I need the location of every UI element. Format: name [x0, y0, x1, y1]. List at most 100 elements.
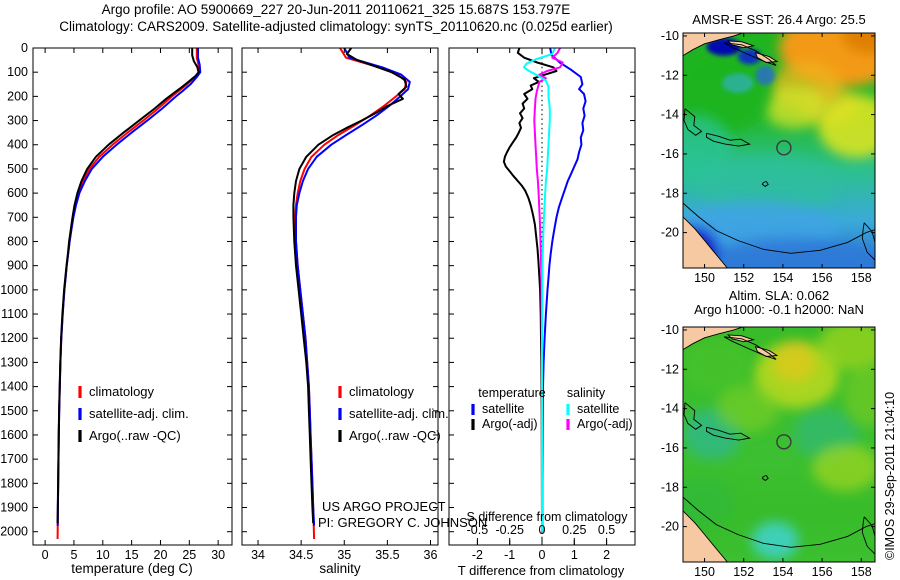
legend-label: Argo(-adj)	[482, 417, 538, 431]
x-tick-label: 20	[154, 548, 168, 562]
y-tick-label: 1400	[0, 380, 28, 394]
x-tick-label: 36	[424, 548, 438, 562]
map-field-blob	[751, 521, 799, 560]
sla-map-subtitle: Argo h1000: -0.1 h2000: NaN	[694, 302, 864, 317]
figure-title-line1: Argo profile: AO 5900669_227 20-Jun-2011…	[102, 2, 571, 17]
y-tick-label: 100	[7, 65, 28, 79]
lon-tick-label: 158	[851, 565, 872, 579]
y-tick-label: 300	[7, 114, 28, 128]
y-tick-label: 1100	[1, 307, 28, 321]
s-tick-label: 0.5	[598, 523, 615, 537]
lat-tick-label: -18	[661, 480, 679, 494]
lon-tick-label: 154	[772, 271, 793, 285]
lon-tick-label: 152	[733, 271, 754, 285]
t-difference-axis-label: T difference from climatology	[458, 563, 625, 578]
temperature-axis-label: temperature (deg C)	[71, 561, 193, 576]
lat-tick-label: -16	[661, 147, 679, 161]
map-field-blob	[763, 85, 827, 129]
series-s-argo-adj-	[533, 47, 564, 532]
x-tick-label: 25	[182, 548, 196, 562]
lon-tick-label: 150	[694, 271, 715, 285]
project-note: US ARGO PROJECT	[322, 499, 446, 514]
x-tick-label: 0	[539, 548, 546, 562]
s-tick-label: 0.25	[562, 523, 586, 537]
legend-label: climatology	[89, 384, 155, 399]
lat-tick-label: -12	[661, 68, 679, 82]
series-t-argo-adj-	[502, 47, 558, 532]
map-field-blob	[812, 444, 875, 492]
legend-label: Argo(-adj)	[577, 417, 633, 431]
series-satellite-adj-clim-	[295, 47, 411, 526]
x-tick-label: 5	[70, 548, 77, 562]
y-tick-label: 1800	[0, 476, 28, 490]
argo-profile-figure: 0 5 10 15 20 25 30 0 100 200 300 400 500 600 700 800 900…	[0, 0, 900, 580]
imos-watermark: ©IMOS 29-Sep-2011 21:04:10	[883, 392, 897, 560]
y-tick-label: 400	[7, 138, 28, 152]
map-raster	[683, 33, 875, 268]
map-field-blob	[755, 65, 776, 86]
sst-map-title: AMSR-E SST: 26.4 Argo: 25.5	[692, 12, 865, 27]
x-tick-label: 35.5	[375, 548, 399, 562]
lat-tick-label: -14	[661, 402, 679, 416]
s-tick-label: 0	[539, 523, 546, 537]
y-tick-label: 1900	[0, 501, 28, 515]
legend-label: satellite	[482, 402, 524, 416]
lat-tick-label: -10	[661, 29, 679, 43]
map-field-blob	[683, 477, 734, 529]
legend-group-header: temperature	[478, 386, 545, 400]
y-tick-label: 1600	[0, 428, 28, 442]
x-tick-label: 2	[603, 548, 610, 562]
panel-sla_map: 150 152 154 156 158 -10 -12 -14 -16 -18 -20	[661, 323, 876, 579]
map-field-blob	[716, 385, 779, 433]
series-climatology	[56, 48, 201, 540]
y-tick-label: 1700	[0, 452, 28, 466]
legend-label: satellite	[577, 402, 619, 416]
series-t-satellite	[541, 47, 587, 532]
legend-label: Argo(..raw -QC)	[349, 428, 441, 443]
lon-tick-label: 152	[733, 565, 754, 579]
salinity-axis-label: salinity	[319, 561, 361, 576]
map-field-blob	[818, 327, 875, 372]
map-raster	[683, 327, 875, 562]
panel-salinity_profile: 34 34.5 35 35.5 36 climatology satellite-adj. …	[241, 47, 449, 562]
lat-tick-label: -12	[661, 362, 679, 376]
x-tick-label: 35	[337, 548, 351, 562]
y-tick-label: 1200	[0, 331, 28, 345]
y-tick-label: 800	[7, 234, 28, 248]
y-tick-label: 600	[7, 186, 28, 200]
legend-label: climatology	[349, 384, 415, 399]
legend-group-header: salinity	[567, 386, 606, 400]
x-tick-label: 15	[125, 548, 139, 562]
y-tick-label: 500	[7, 162, 28, 176]
s-difference-axis-label: S difference from climatology	[467, 510, 629, 524]
lon-tick-label: 150	[694, 565, 715, 579]
legend-label: satellite-adj. clim.	[349, 406, 449, 421]
series-satellite-adj-clim-	[56, 48, 202, 526]
y-tick-label: 700	[7, 210, 28, 224]
x-tick-label: 10	[96, 548, 110, 562]
y-tick-label: 2000	[0, 525, 28, 539]
x-tick-label: 30	[211, 548, 225, 562]
pi-note: PI: GREGORY C. JOHNSON	[318, 515, 487, 530]
lat-tick-label: -18	[661, 186, 679, 200]
panel-difference_profile: -2 -1 0 1 2-0.5 -0.25 0 0.25 0.5temperaturesatel…	[448, 47, 636, 562]
x-tick-label: 0	[42, 548, 49, 562]
lon-tick-label: 156	[812, 271, 833, 285]
y-tick-label: 0	[21, 41, 28, 55]
panel-temperature_profile: 0 5 10 15 20 25 300100200300400500600700800900…	[0, 41, 233, 562]
panel-sst_map: 150 152 154 156 158 -10 -12 -14 -16 -18 -20	[661, 29, 876, 285]
legend-label: satellite-adj. clim.	[89, 406, 189, 421]
figure-canvas: 0 5 10 15 20 25 300100200300400500600700800900…	[0, 2, 897, 579]
x-tick-label: 1	[571, 548, 578, 562]
x-tick-label: 34	[251, 548, 265, 562]
x-tick-label: -2	[472, 548, 483, 562]
y-tick-label: 1000	[0, 283, 28, 297]
y-tick-label: 1500	[0, 404, 28, 418]
series-argo-raw-qc-	[56, 48, 200, 524]
s-tick-label: -0.25	[495, 523, 524, 537]
map-field-blob	[818, 94, 875, 158]
lon-tick-label: 158	[851, 271, 872, 285]
x-tick-label: 34.5	[289, 548, 313, 562]
plot-frame	[241, 47, 439, 546]
y-tick-label: 900	[7, 259, 28, 273]
